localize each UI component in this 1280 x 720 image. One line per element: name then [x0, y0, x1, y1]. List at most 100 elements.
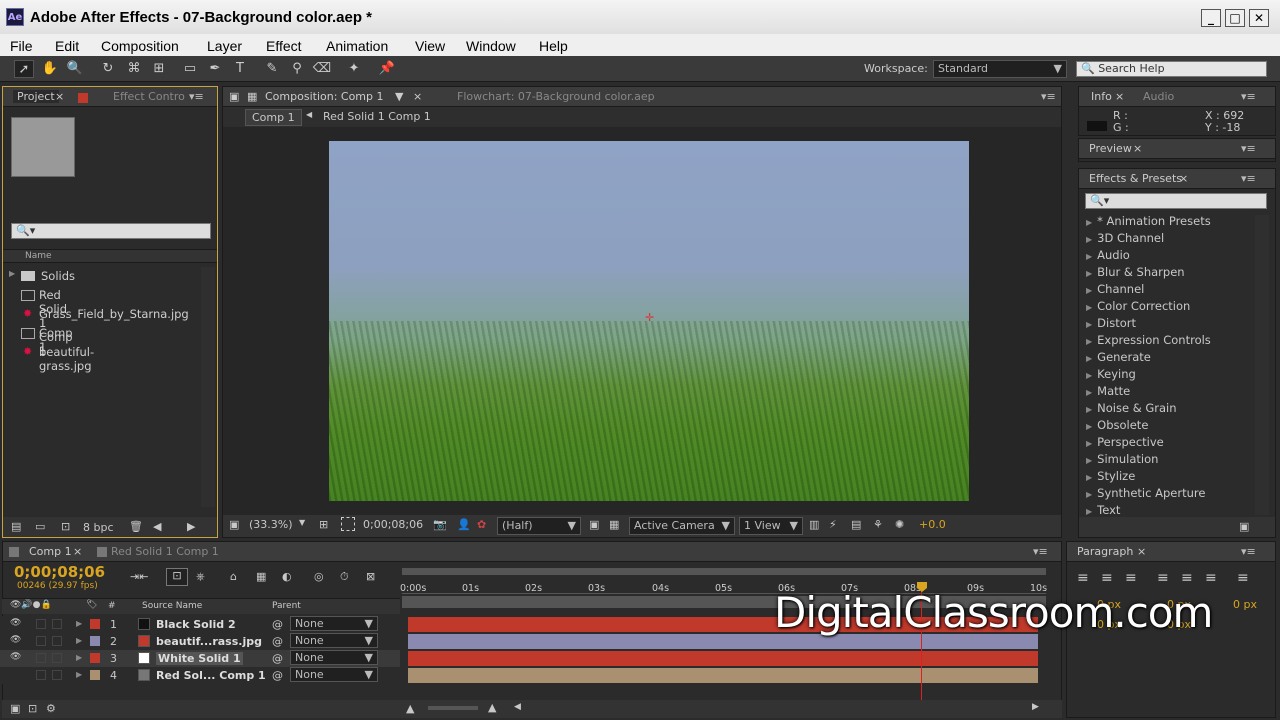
solo-toggle[interactable]	[36, 670, 46, 680]
lock-toggle[interactable]	[52, 653, 62, 663]
expand-arrow-icon[interactable]: ▶	[76, 619, 82, 628]
bpc-label[interactable]: 8 bpc	[83, 521, 114, 534]
align-right-icon[interactable]: ≡	[1125, 570, 1137, 586]
justify-center-icon[interactable]: ≡	[1181, 570, 1193, 586]
snapshot-icon[interactable]: 📷	[433, 518, 447, 531]
effects-search-input[interactable]: 🔍▾	[1085, 193, 1267, 209]
graph-editor-icon[interactable]: ⊠	[366, 570, 375, 583]
solo-toggle[interactable]	[36, 636, 46, 646]
puppet-pin-tool-icon[interactable]: 📌	[377, 60, 397, 78]
composition-viewer[interactable]: ✛	[329, 141, 969, 501]
effect-category[interactable]: ▶ Generate	[1086, 350, 1151, 364]
justify-right-icon[interactable]: ≡	[1205, 570, 1217, 586]
tab-composition[interactable]: Composition: Comp 1	[265, 90, 384, 103]
menu-effect[interactable]: Effect	[266, 38, 302, 54]
project-search-input[interactable]: 🔍▾	[11, 223, 211, 239]
new-comp-icon[interactable]: ⊡	[61, 520, 70, 533]
workspace-dropdown[interactable]: Standard ▼	[933, 60, 1067, 78]
menu-window[interactable]: Window	[466, 38, 516, 54]
solo-toggle[interactable]	[36, 653, 46, 663]
col-parent[interactable]: Parent	[272, 601, 301, 611]
effect-category[interactable]: ▶ Noise & Grain	[1086, 401, 1177, 415]
resolution-dropdown[interactable]: (Half) ▼	[497, 517, 581, 535]
effect-category[interactable]: ▶ Blur & Sharpen	[1086, 265, 1185, 279]
layer-name[interactable]: White Solid 1	[156, 652, 243, 665]
breadcrumb-red-solid[interactable]: Red Solid 1 Comp 1	[323, 110, 431, 123]
effect-category[interactable]: ▶ Channel	[1086, 282, 1144, 296]
roto-brush-tool-icon[interactable]: ✦	[344, 60, 364, 78]
chevron-down-icon[interactable]: ▼	[299, 518, 305, 527]
tab-effect-controls[interactable]: Effect Contro	[113, 90, 185, 103]
project-scrollbar[interactable]	[201, 267, 215, 507]
close-icon[interactable]: ×	[1115, 90, 1124, 103]
close-icon[interactable]: ×	[73, 545, 82, 558]
tab-red-solid-comp[interactable]: Red Solid 1 Comp 1	[111, 545, 219, 558]
parent-dropdown[interactable]: None ▼	[290, 633, 378, 648]
label-color-swatch[interactable]	[90, 653, 100, 663]
motion-blur-icon[interactable]: ◎	[314, 570, 324, 583]
search-help-input[interactable]: 🔍 Search Help	[1076, 61, 1267, 77]
pickwhip-icon[interactable]: @	[272, 618, 283, 631]
search-layers-icon[interactable]: ⇥⇤	[130, 570, 148, 583]
expand-arrow-icon[interactable]: ▶	[76, 636, 82, 645]
pickwhip-icon[interactable]: @	[272, 635, 283, 648]
effect-category[interactable]: ▶ Stylize	[1086, 469, 1135, 483]
label-color-swatch[interactable]	[90, 670, 100, 680]
panel-menu-icon[interactable]: ▾≡	[1241, 545, 1256, 558]
justify-left-icon[interactable]: ≡	[1157, 570, 1169, 586]
close-button[interactable]: ✕	[1249, 9, 1269, 27]
panel-menu-icon[interactable]: ▾≡	[1241, 142, 1256, 155]
justify-all-icon[interactable]: ≡	[1237, 570, 1249, 586]
frame-blending-icon[interactable]: ◐	[282, 570, 292, 583]
lock-toggle[interactable]	[52, 670, 62, 680]
magnification-dropdown[interactable]: (33.3%)	[249, 518, 293, 531]
scroll-left-icon[interactable]: ◀	[153, 520, 161, 533]
scroll-left-icon[interactable]: ◀	[514, 702, 521, 712]
tab-effects-presets[interactable]: Effects & Presets	[1089, 172, 1182, 185]
zoom-slider[interactable]	[428, 706, 478, 710]
col-source-name[interactable]: Source Name	[142, 601, 202, 611]
eraser-tool-icon[interactable]: ⌫	[312, 60, 332, 78]
pen-tool-icon[interactable]: ✒	[205, 60, 225, 78]
rectangle-tool-icon[interactable]: ▭	[180, 60, 200, 78]
scroll-right-icon[interactable]: ▶	[1032, 702, 1039, 712]
toggle-pixel-aspect-icon[interactable]: ▥	[809, 518, 819, 531]
label-color-swatch[interactable]	[90, 636, 100, 646]
layer-row[interactable]: 👁 ▶ 3 White Solid 1 @ None ▼	[0, 650, 400, 667]
layer-name[interactable]: Red Sol... Comp 1	[156, 669, 266, 682]
text-tool-icon[interactable]: T	[230, 60, 250, 78]
hand-tool-icon[interactable]: ✋	[40, 60, 60, 78]
menu-layer[interactable]: Layer	[207, 38, 242, 54]
fast-previews-icon[interactable]: ⚡	[829, 518, 837, 531]
close-icon[interactable]: ×	[413, 90, 422, 103]
menu-file[interactable]: File	[10, 38, 33, 54]
eye-icon[interactable]: 👁	[10, 618, 21, 628]
breadcrumb-comp1[interactable]: Comp 1	[245, 109, 302, 126]
anchor-point-icon[interactable]: ✛	[645, 312, 655, 323]
work-area-bar[interactable]	[402, 568, 1046, 575]
effect-category[interactable]: ▶ Perspective	[1086, 435, 1164, 449]
toggle-switches-icon[interactable]: ▣	[10, 702, 20, 715]
effect-category[interactable]: ▶ Obsolete	[1086, 418, 1148, 432]
scroll-right-icon[interactable]: ▶	[187, 520, 195, 533]
tab-project[interactable]: Project	[13, 90, 59, 103]
live-update-icon[interactable]: ⎈	[196, 570, 205, 584]
exposure-value[interactable]: +0.0	[919, 518, 946, 531]
lock-toggle[interactable]	[52, 619, 62, 629]
panel-menu-icon[interactable]: ▾≡	[1041, 90, 1056, 103]
effect-category[interactable]: ▶ Text	[1086, 503, 1120, 517]
close-icon[interactable]: ×	[1179, 172, 1188, 185]
effect-category[interactable]: ▶ Distort	[1086, 316, 1136, 330]
pickwhip-icon[interactable]: @	[272, 652, 283, 665]
interpret-footage-icon[interactable]: ▤	[11, 520, 21, 533]
tab-flowchart[interactable]: Flowchart: 07-Background color.aep	[457, 90, 655, 103]
camera-tool-icon[interactable]: ⌘	[124, 60, 144, 78]
expand-arrow-icon[interactable]: ▶	[76, 653, 82, 662]
layer-name[interactable]: Black Solid 2	[156, 618, 236, 631]
menu-composition[interactable]: Composition	[101, 38, 179, 54]
panel-menu-icon[interactable]: ▾≡	[1033, 545, 1048, 558]
zoom-in-icon[interactable]: ▲	[488, 701, 496, 714]
close-icon[interactable]: ×	[1137, 545, 1146, 558]
flowchart-icon[interactable]: ⚘	[873, 518, 883, 531]
region-of-interest-icon[interactable]: ▣	[589, 518, 599, 531]
